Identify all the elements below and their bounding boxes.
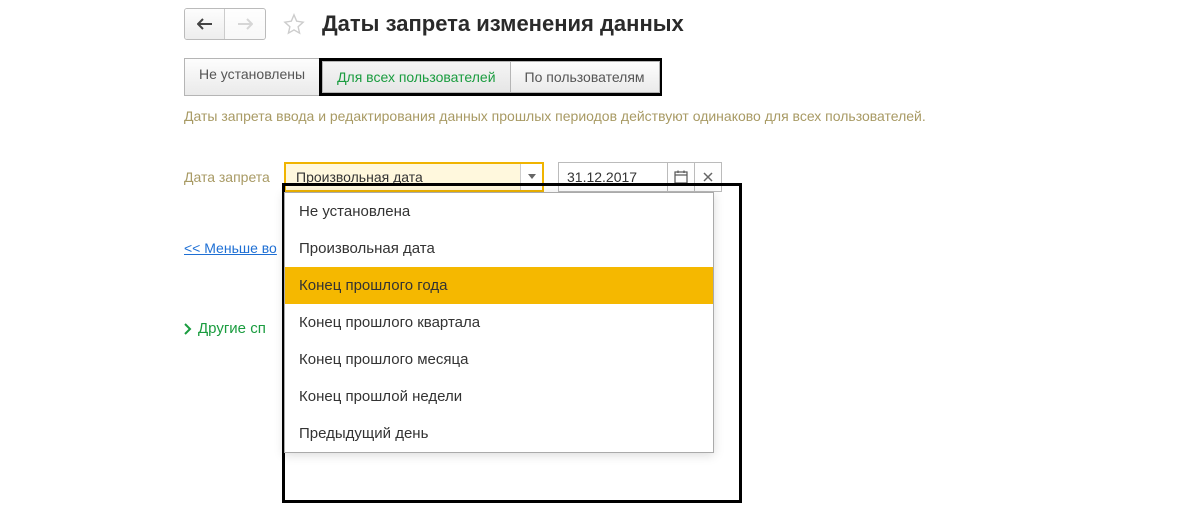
other-link-wrap: Другие сп — [184, 320, 266, 338]
page-title: Даты запрета изменения данных — [322, 11, 684, 37]
description-text: Даты запрета ввода и редактирования данн… — [184, 108, 1200, 124]
arrow-left-icon — [197, 18, 213, 30]
dropdown-option[interactable]: Конец прошлого месяца — [285, 341, 713, 378]
nav-buttons — [184, 8, 266, 40]
tab-not-set[interactable]: Не установлены — [184, 58, 320, 96]
forward-button[interactable] — [225, 9, 265, 39]
arrow-right-icon — [237, 18, 253, 30]
dropdown-option[interactable]: Не установлена — [285, 193, 713, 230]
chevron-down-icon[interactable] — [520, 164, 542, 190]
tab-by-users[interactable]: По пользователям — [510, 61, 660, 93]
less-link[interactable]: << Меньше во — [184, 240, 277, 256]
tabs-row: Не установлены Для всех пользователей По… — [184, 58, 1200, 96]
clear-button[interactable] — [694, 162, 722, 192]
less-link-wrap: << Меньше во — [184, 240, 277, 296]
dropdown-option[interactable]: Конец прошлой недели — [285, 378, 713, 415]
calendar-icon — [674, 170, 688, 184]
star-icon[interactable] — [282, 12, 306, 36]
calendar-button[interactable] — [667, 162, 695, 192]
close-icon — [703, 172, 713, 182]
dropdown-value: Произвольная дата — [286, 169, 520, 185]
other-options-label: Другие сп — [198, 320, 266, 337]
dropdown-panel: Не установлена Произвольная дата Конец п… — [284, 192, 714, 453]
form-row: Дата запрета Произвольная дата Не устано… — [184, 162, 1200, 192]
dropdown-option[interactable]: Произвольная дата — [285, 230, 713, 267]
dropdown-select[interactable]: Произвольная дата — [284, 162, 544, 192]
dropdown-option[interactable]: Предыдущий день — [285, 415, 713, 452]
dropdown-wrapper: Произвольная дата Не установлена Произво… — [284, 162, 544, 192]
tab-all-users[interactable]: Для всех пользователей — [322, 61, 510, 93]
back-button[interactable] — [185, 9, 225, 39]
date-label: Дата запрета — [184, 169, 284, 185]
chevron-right-icon — [184, 323, 192, 335]
date-input[interactable] — [558, 162, 668, 192]
dropdown-option[interactable]: Конец прошлого года — [285, 267, 713, 304]
tabs-highlight: Для всех пользователей По пользователям — [319, 58, 661, 96]
dropdown-option[interactable]: Конец прошлого квартала — [285, 304, 713, 341]
date-input-group — [558, 162, 722, 192]
header-row: Даты запрета изменения данных — [184, 8, 1200, 40]
other-options-link[interactable]: Другие сп — [184, 320, 266, 337]
